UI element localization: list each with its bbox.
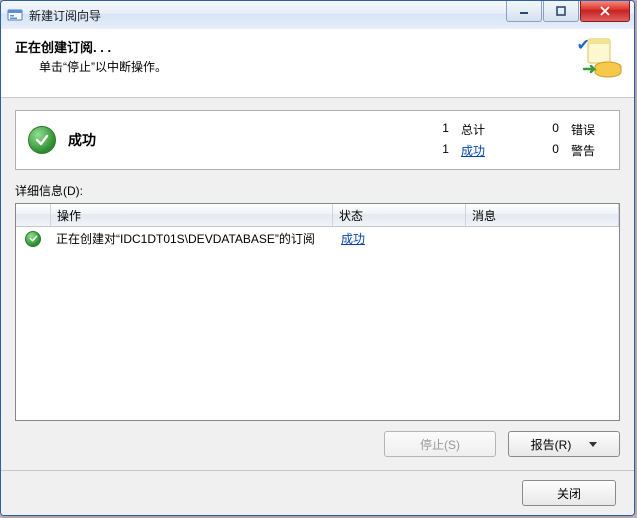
error-count: 0 bbox=[493, 121, 563, 138]
app-icon bbox=[7, 7, 23, 23]
success-link[interactable]: 成功 bbox=[461, 142, 485, 159]
close-button-label: 关闭 bbox=[557, 485, 581, 502]
success-icon bbox=[28, 126, 56, 154]
window-title: 新建订阅向导 bbox=[29, 7, 506, 24]
total-count: 1 bbox=[413, 121, 453, 138]
page-heading: 正在创建订阅. . . bbox=[15, 37, 620, 56]
content-area: 成功 1 总计 0 错误 1 成功 0 警告 详细信息(D): 操作 bbox=[1, 98, 634, 457]
action-buttons: 停止(S) 报告(R) bbox=[15, 431, 620, 457]
details-label: 详细信息(D): bbox=[15, 182, 620, 199]
report-button-label: 报告(R) bbox=[531, 436, 572, 453]
header-panel: 正在创建订阅. . . 单击“停止”以中断操作。 ✔ bbox=[1, 29, 634, 98]
stop-button: 停止(S) bbox=[384, 431, 496, 457]
footer: 关闭 bbox=[1, 470, 634, 515]
chevron-down-icon bbox=[589, 442, 597, 447]
row-status-link[interactable]: 成功 bbox=[341, 232, 365, 246]
wizard-window: 新建订阅向导 正在创建订阅. . . 单击“停止”以中断操作。 ✔ bbox=[0, 0, 635, 516]
titlebar: 新建订阅向导 bbox=[1, 1, 634, 30]
success-count: 1 bbox=[413, 142, 453, 159]
col-action-header[interactable]: 操作 bbox=[51, 204, 333, 226]
row-action: 正在创建对“IDC1DT01S\DEVDATABASE”的订阅 bbox=[50, 230, 335, 247]
page-subheading: 单击“停止”以中断操作。 bbox=[39, 58, 620, 75]
details-grid[interactable]: 操作 状态 消息 正在创建对“IDC1DT01S\DEVDATABASE”的订阅… bbox=[15, 203, 620, 421]
close-button[interactable]: 关闭 bbox=[522, 480, 616, 506]
minimize-button[interactable] bbox=[506, 1, 542, 22]
window-buttons bbox=[506, 1, 634, 29]
summary-box: 成功 1 总计 0 错误 1 成功 0 警告 bbox=[15, 110, 620, 170]
row-status: 成功 bbox=[335, 230, 467, 247]
client-area: 正在创建订阅. . . 单击“停止”以中断操作。 ✔ 成功 bbox=[1, 29, 634, 515]
grid-header: 操作 状态 消息 bbox=[16, 204, 619, 227]
row-status-cell bbox=[16, 231, 50, 247]
table-row[interactable]: 正在创建对“IDC1DT01S\DEVDATABASE”的订阅 成功 bbox=[16, 227, 619, 250]
warning-label: 警告 bbox=[571, 142, 595, 159]
col-icon-header[interactable] bbox=[16, 204, 51, 226]
row-success-icon bbox=[25, 231, 41, 247]
close-window-button[interactable] bbox=[580, 1, 630, 22]
status-label: 成功 bbox=[68, 130, 413, 150]
stop-button-label: 停止(S) bbox=[420, 436, 460, 453]
col-status-header[interactable]: 状态 bbox=[333, 204, 466, 226]
warning-count: 0 bbox=[493, 142, 563, 159]
database-icon bbox=[582, 37, 624, 79]
report-button[interactable]: 报告(R) bbox=[508, 431, 620, 457]
error-label: 错误 bbox=[571, 121, 595, 138]
summary-counts: 1 总计 0 错误 1 成功 0 警告 bbox=[413, 121, 595, 159]
total-label: 总计 bbox=[461, 121, 485, 138]
maximize-button[interactable] bbox=[543, 1, 579, 22]
col-message-header[interactable]: 消息 bbox=[466, 204, 619, 226]
